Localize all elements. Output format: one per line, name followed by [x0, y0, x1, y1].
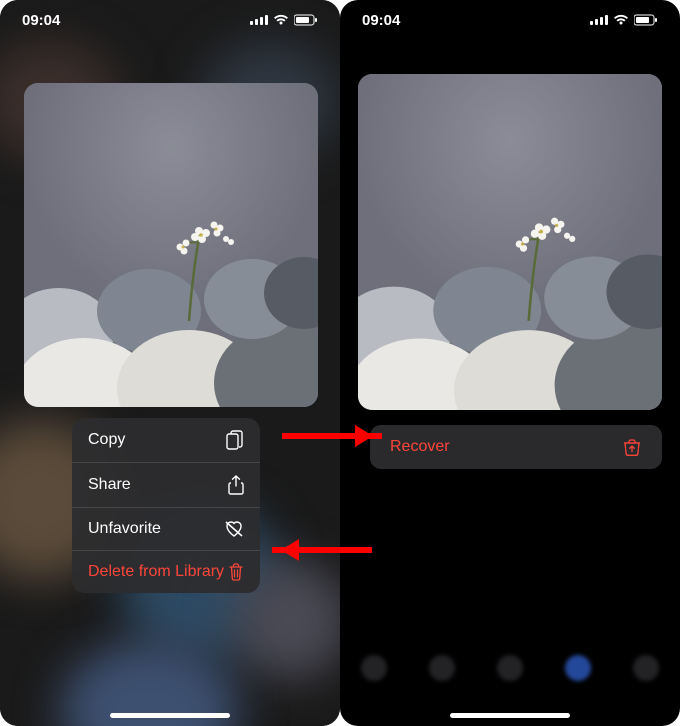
- menu-copy-label: Copy: [88, 431, 125, 449]
- tab-item[interactable]: [361, 655, 387, 681]
- status-bar: 09:04: [0, 0, 340, 40]
- tab-item[interactable]: [633, 655, 659, 681]
- menu-unfavorite[interactable]: Unfavorite: [72, 508, 260, 551]
- menu-unfavorite-label: Unfavorite: [88, 520, 161, 538]
- home-indicator[interactable]: [450, 713, 570, 718]
- recover-icon: [622, 438, 642, 456]
- photo-preview[interactable]: [358, 74, 662, 410]
- wifi-icon: [273, 14, 289, 26]
- status-time: 09:04: [22, 12, 60, 29]
- menu-delete[interactable]: Delete from Library: [72, 551, 260, 593]
- tab-item[interactable]: [429, 655, 455, 681]
- cellular-icon: [250, 15, 268, 25]
- tab-bar: [340, 640, 680, 696]
- recover-button[interactable]: Recover: [370, 425, 662, 469]
- annotation-arrow-left: [272, 547, 372, 553]
- status-time: 09:04: [362, 12, 400, 29]
- copy-icon: [226, 430, 244, 450]
- menu-delete-label: Delete from Library: [88, 563, 224, 581]
- photo-preview[interactable]: [24, 83, 318, 407]
- menu-share-label: Share: [88, 476, 131, 494]
- recover-label: Recover: [390, 438, 450, 456]
- left-phone-frame: 09:04: [0, 0, 340, 726]
- tab-item[interactable]: [497, 655, 523, 681]
- annotation-arrow-right: [282, 433, 382, 439]
- share-icon: [228, 475, 244, 495]
- menu-copy[interactable]: Copy: [72, 418, 260, 463]
- status-bar: 09:04: [340, 0, 680, 40]
- battery-icon: [634, 14, 658, 26]
- trash-icon: [228, 563, 244, 581]
- wifi-icon: [613, 14, 629, 26]
- home-indicator[interactable]: [110, 713, 230, 718]
- menu-share[interactable]: Share: [72, 463, 260, 508]
- heart-slash-icon: [224, 520, 244, 538]
- battery-icon: [294, 14, 318, 26]
- right-phone-frame: 09:04: [340, 0, 680, 726]
- context-menu: Copy Share Unfavorite Delete from Librar…: [72, 418, 260, 593]
- tab-item[interactable]: [565, 655, 591, 681]
- cellular-icon: [590, 15, 608, 25]
